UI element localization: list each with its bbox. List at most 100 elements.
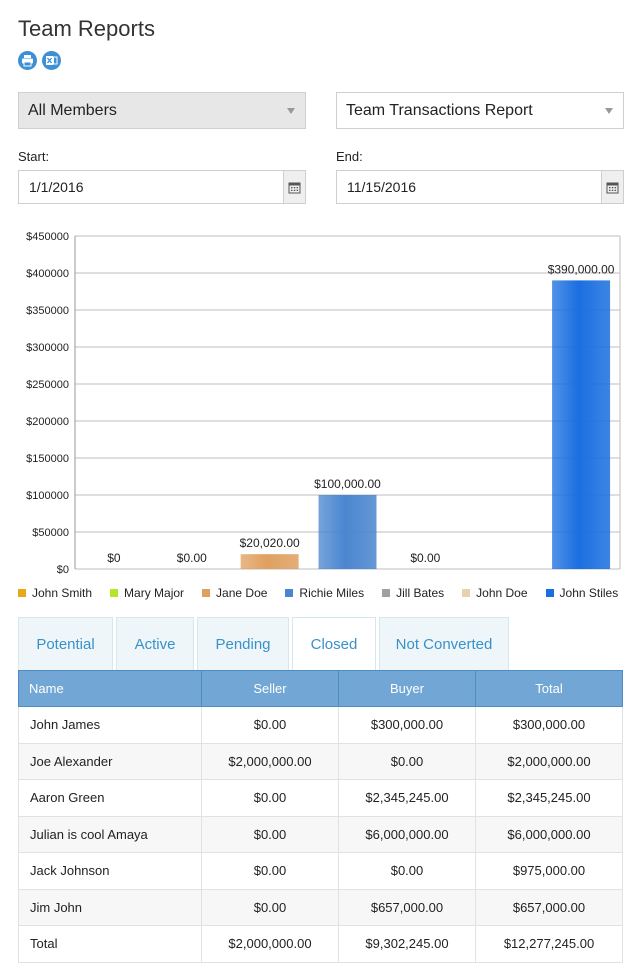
table-row[interactable]: Joe Alexander $2,000,000.00 $0.00 $2,000,00… [18, 742, 623, 780]
end-date-input[interactable]: 11/15/2016 [336, 170, 624, 204]
table-cell: $0.00 [338, 742, 476, 780]
table-cell: Aaron Green [18, 779, 202, 817]
y-tick-label: $350000 [26, 305, 69, 317]
legend-swatch [285, 589, 294, 597]
legend-label: John Doe [476, 586, 528, 600]
legend-item[interactable]: Jane Doe [202, 586, 267, 600]
legend-label: Richie Miles [299, 586, 365, 600]
chart-legend: John Smith Mary Major Jane Doe Richie Miles… [18, 586, 628, 600]
table-body: John James $0.00 $300,000.00 $300,000.00 Joe… [18, 706, 623, 963]
table-cell: $975,000.00 [475, 852, 623, 890]
table-cell: $12,277,245.00 [475, 925, 623, 963]
bar[interactable] [318, 495, 377, 569]
legend-swatch [18, 589, 26, 597]
legend-item[interactable]: John Stiles [545, 586, 619, 600]
table-cell: $2,345,245.00 [338, 779, 476, 817]
table-cell: $0.00 [338, 852, 476, 890]
table-cell: $657,000.00 [475, 888, 623, 926]
table-cell: $2,000,000.00 [201, 742, 339, 780]
legend-swatch [202, 589, 211, 597]
table-cell: Julian is cool Amaya [18, 815, 202, 853]
table-row[interactable]: Julian is cool Amaya $0.00 $6,000,000.00 $6… [18, 815, 623, 853]
column-header[interactable]: Name [18, 670, 202, 707]
table-row[interactable]: Aaron Green $0.00 $2,345,245.00 $2,345,245.… [18, 779, 623, 817]
table-cell: Jack Johnson [18, 852, 202, 890]
page-title: Team Reports [18, 16, 155, 41]
legend-label: Jane Doe [216, 586, 268, 600]
report-type-select[interactable]: Team Transactions Report [336, 92, 624, 129]
legend-swatch [382, 589, 391, 597]
bar-data-label: $0 [107, 551, 121, 565]
table-row[interactable]: Jim John $0.00 $657,000.00 $657,000.00 [18, 888, 623, 926]
table-cell: John James [18, 706, 202, 744]
tab-pending[interactable]: Pending [197, 617, 289, 671]
table-row[interactable]: Jack Johnson $0.00 $0.00 $975,000.00 [18, 852, 623, 890]
bar[interactable] [552, 280, 611, 569]
table-cell: $6,000,000.00 [338, 815, 476, 853]
y-tick-label: $0 [57, 564, 69, 576]
calendar-icon[interactable] [283, 171, 305, 203]
tab-active[interactable]: Active [116, 617, 194, 671]
table-cell: $0.00 [201, 888, 339, 926]
column-header[interactable]: Buyer [338, 670, 476, 707]
table-cell: $2,000,000.00 [201, 925, 339, 963]
table-cell: $0.00 [201, 779, 339, 817]
legend-item[interactable]: Mary Major [110, 586, 184, 600]
legend-item[interactable]: John Smith [18, 586, 92, 600]
column-header[interactable]: Total [475, 670, 623, 707]
tab-potential[interactable]: Potential [18, 617, 113, 671]
legend-label: John Stiles [559, 586, 619, 600]
bar[interactable] [240, 554, 299, 569]
table-cell: Joe Alexander [18, 742, 202, 780]
team-transactions-chart: $0 $50000 $100000 $150000 $200000 $250000 $300… [26, 231, 621, 576]
calendar-icon-glyph [288, 182, 301, 193]
printer-icon-glyph [22, 55, 33, 67]
table-cell: $6,000,000.00 [475, 815, 623, 853]
end-label: End: [336, 149, 363, 164]
table-row[interactable]: John James $0.00 $300,000.00 $300,000.00 [18, 706, 623, 744]
y-tick-label: $300000 [26, 342, 69, 354]
bar-data-label: $390,000.00 [548, 262, 615, 276]
table-cell: $0.00 [201, 706, 339, 744]
members-select-value: All Members [28, 101, 117, 119]
legend-item[interactable]: Jill Bates [382, 586, 444, 600]
legend-item[interactable]: Richie Miles [285, 586, 364, 600]
y-tick-label: $400000 [26, 268, 69, 280]
tab-closed[interactable]: Closed [292, 617, 376, 671]
legend-swatch [110, 589, 119, 597]
legend-swatch [462, 589, 471, 597]
table-cell: $0.00 [201, 815, 339, 853]
excel-icon-glyph [46, 56, 58, 65]
transactions-table: Name Seller Buyer Total John James $0.00 $300… [18, 670, 623, 963]
legend-label: John Smith [32, 586, 93, 600]
end-date-value: 11/15/2016 [347, 179, 417, 195]
totals-row[interactable]: Total $2,000,000.00 $9,302,245.00 $12,277,2… [18, 925, 623, 963]
chevron-down-icon [605, 108, 613, 114]
calendar-icon[interactable] [601, 171, 623, 203]
y-tick-label: $250000 [26, 379, 69, 391]
legend-label: Jill Bates [396, 586, 445, 600]
legend-swatch [545, 589, 554, 597]
start-date-input[interactable]: 1/1/2016 [18, 170, 306, 204]
printer-icon[interactable] [18, 51, 37, 70]
table-cell: $9,302,245.00 [338, 925, 476, 963]
table-cell: $2,345,245.00 [475, 779, 623, 817]
table-cell: Total [18, 925, 202, 963]
y-tick-label: $100000 [26, 490, 69, 502]
chevron-down-icon [287, 108, 295, 114]
bar-data-label: $0.00 [177, 551, 207, 565]
start-date-value: 1/1/2016 [29, 179, 84, 195]
y-tick-label: $50000 [32, 527, 69, 539]
column-header[interactable]: Seller [201, 670, 339, 707]
excel-export-icon[interactable] [42, 51, 61, 70]
export-toolbar [18, 51, 61, 70]
legend-item[interactable]: John Doe [462, 586, 528, 600]
table-header-row: Name Seller Buyer Total [18, 670, 623, 707]
bar-data-label: $20,020.00 [240, 536, 300, 550]
start-label: Start: [18, 149, 50, 164]
y-tick-label: $150000 [26, 453, 69, 465]
y-tick-label: $200000 [26, 416, 69, 428]
members-select[interactable]: All Members [18, 92, 306, 129]
tab-not-converted[interactable]: Not Converted [379, 617, 509, 671]
table-cell: $2,000,000.00 [475, 742, 623, 780]
